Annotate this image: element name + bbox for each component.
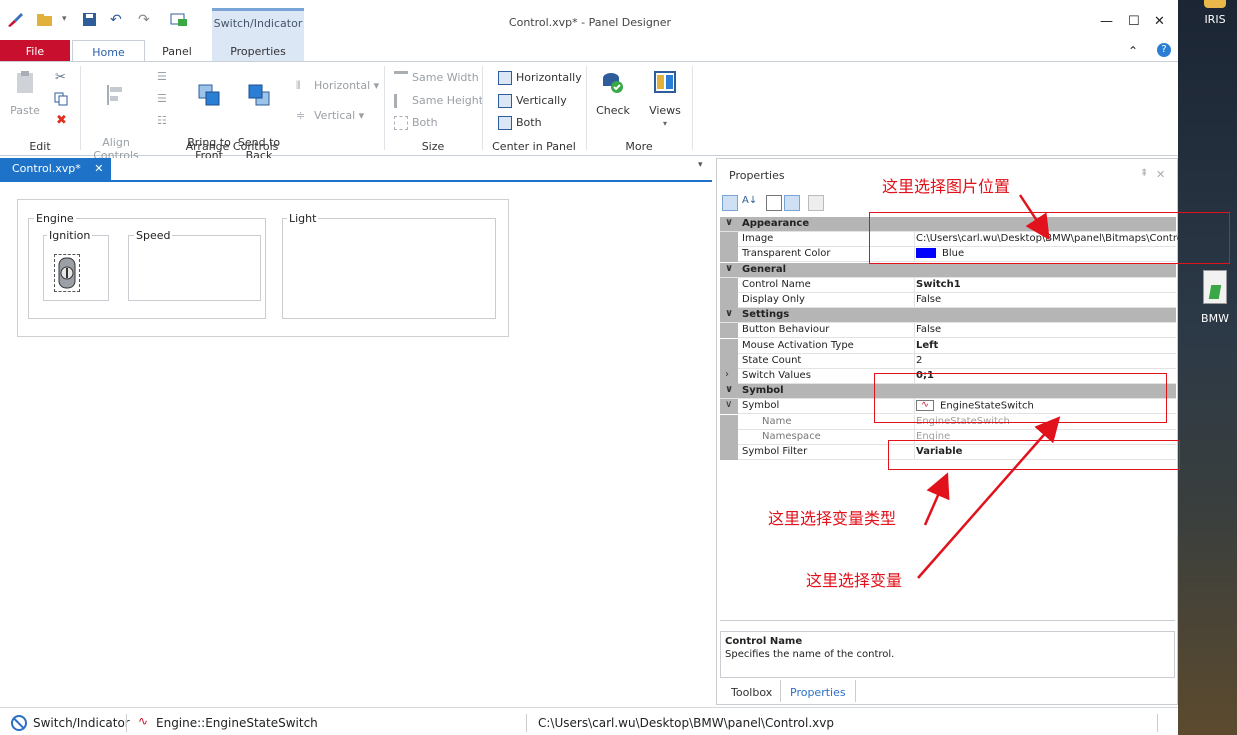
arrow-to-symbol — [917, 416, 1061, 579]
annotation-arrows — [917, 194, 1061, 579]
arrow-to-image — [1018, 194, 1050, 241]
arrow-to-symbol-filter — [923, 472, 950, 526]
